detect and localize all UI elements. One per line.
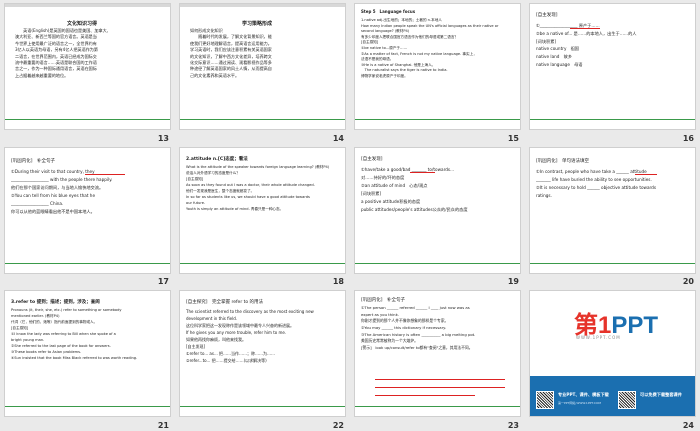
slide-title: [自主发现] — [361, 156, 383, 162]
slide-thumbnail-20[interactable]: [巩固内化] 单句语法填空 ①In contrast, people who h… — [529, 146, 696, 274]
green-divider — [530, 119, 695, 120]
slide-title: [自主发现] — [536, 13, 558, 18]
slide-body: 1.native adj.出生地的；本地的；土著的 n.本地人 How many… — [361, 18, 499, 78]
slide-title: 3.refer to 提到；描述；提到，涉及；查阅 — [11, 300, 100, 306]
slide-thumbnail-21[interactable]: 3.refer to 提到；描述；提到，涉及；查阅 Pronouns (it, … — [4, 290, 171, 418]
slide-title: [巩固内化] 补全句子 — [361, 298, 406, 304]
slide-body: ①The person ______ referred ______ I ___… — [361, 305, 476, 350]
green-divider — [180, 406, 345, 408]
green-divider — [5, 119, 170, 120]
slide-body: The scientist referred to the discovery … — [186, 309, 314, 364]
qr-code-icon — [618, 391, 636, 410]
slide-body: What is the attitude of the speaker towa… — [186, 164, 330, 211]
red-answer-mark — [375, 379, 505, 380]
slide-title: 学习策略形成 — [242, 21, 273, 27]
slide-number: 22 — [332, 420, 344, 430]
red-answer-mark — [375, 395, 475, 396]
slide-title: [巩固内化] 单句语法填空 — [536, 158, 590, 164]
promo-left-text: 专业PPT、课件、模板下载 — [558, 392, 609, 398]
promo-subtext: 第一PPT网站 WWW.1PPT.COM — [558, 401, 601, 406]
slide-thumbnail-16[interactable]: [自主发现] ①__________________ 原产于…… ②be a n… — [529, 3, 696, 130]
green-divider — [180, 119, 345, 120]
slide-number: 21 — [157, 420, 169, 430]
slide-thumbnail-19[interactable]: [自主发现] ①have/take a good/bad _______ to/… — [354, 146, 521, 274]
green-divider — [355, 119, 520, 120]
slide-title: [自主探究] 完全掌握 refer to 的用法 — [186, 300, 264, 306]
slide-sorter-grid: 文化知识习得 英语(English)是英国的国语也是美国、加拿大、 澳大利亚、新… — [0, 0, 700, 431]
slide-cell: [自主发现] ①have/take a good/bad _______ to/… — [350, 144, 525, 288]
slide-title: 文化知识习得 — [67, 21, 98, 27]
slide-cell: [自主探究] 完全掌握 refer to 的用法 The scientist r… — [175, 287, 350, 431]
slide-number: 20 — [682, 277, 694, 287]
slide-number: 14 — [332, 133, 344, 143]
slide-body: ①have/take a good/bad _______ to/towards… — [361, 166, 468, 212]
slide-thumbnail-13[interactable]: 文化知识习得 英语(English)是英国的国语也是美国、加拿大、 澳大利亚、新… — [4, 3, 171, 130]
slide-number: 15 — [507, 133, 519, 143]
logo-subtitle: WWW.1PPT.COM — [576, 335, 621, 341]
slide-cell: 2.attitude n.[C]态度；看法 What is the attitu… — [175, 144, 350, 288]
green-divider — [5, 406, 170, 408]
red-answer-mark — [85, 173, 125, 175]
slide-cell: [巩固内化] 补全句子 ①During their visit to that … — [0, 144, 175, 288]
slide-thumbnail-17[interactable]: [巩固内化] 补全句子 ①During their visit to that … — [4, 146, 171, 274]
slide-cell: [巩固内化] 补全句子 ①The person ______ referred … — [350, 287, 525, 431]
slide-body: ①In contrast, people who have take a ___… — [536, 168, 657, 198]
slide-cell: 3.refer to 提到；描述；提到，涉及；查阅 Pronouns (it, … — [0, 287, 175, 431]
slide-number: 18 — [332, 277, 344, 287]
slide-thumbnail-22[interactable]: [自主探究] 完全掌握 refer to 的用法 The scientist r… — [179, 290, 346, 418]
slide-cell: 文化知识习得 英语(English)是英国的国语也是美国、加拿大、 澳大利亚、新… — [0, 0, 175, 144]
slide-thumbnail-24[interactable]: 第1PPT WWW.1PPT.COM 专业PPT、课件、模板下载 可以免费下载整… — [529, 290, 696, 418]
slide-number: 19 — [507, 277, 519, 287]
red-answer-mark — [635, 173, 657, 175]
slide-body: ①During their visit to that country, the… — [11, 168, 113, 214]
slide-number: 13 — [157, 133, 169, 143]
slide-title: Step 5 Language focus — [361, 9, 416, 14]
green-divider — [355, 406, 520, 408]
promo-right-text: 可以免费下载整套课件 — [640, 392, 682, 398]
slide-cell: [巩固内化] 单句语法填空 ①In contrast, people who h… — [525, 144, 700, 288]
slide-body: ①__________________ 原产于…… ②be a native o… — [536, 23, 637, 67]
slide-header-bar — [5, 4, 170, 7]
slide-body: Pronouns (it, their, she, etc.) refer to… — [11, 308, 138, 361]
qr-code-icon — [536, 391, 554, 410]
green-divider — [355, 262, 520, 264]
slide-title: [巩固内化] 补全句子 — [11, 158, 56, 164]
slide-thumbnail-23[interactable]: [巩固内化] 补全句子 ①The person ______ referred … — [354, 290, 521, 418]
slide-thumbnail-18[interactable]: 2.attitude n.[C]态度；看法 What is the attitu… — [179, 146, 346, 274]
slide-number: 17 — [157, 277, 169, 287]
promo-banner: 专业PPT、课件、模板下载 可以免费下载整套课件 第一PPT网站 WWW.1PP… — [530, 376, 695, 417]
promo-slide: 第1PPT WWW.1PPT.COM 专业PPT、课件、模板下载 可以免费下载整… — [530, 291, 695, 417]
slide-number: 24 — [682, 420, 694, 430]
green-divider — [530, 262, 695, 264]
red-answer-mark — [375, 387, 505, 388]
slide-thumbnail-15[interactable]: Step 5 Language focus 1.native adj.出生地的；… — [354, 3, 521, 130]
slide-number: 23 — [507, 420, 519, 430]
slide-cell: [自主发现] ①__________________ 原产于…… ②be a n… — [525, 0, 700, 144]
slide-body: 如何形成文化知识 随着时代的发展，了解文化背景知识，能 使我们更好地理解语言，提… — [190, 28, 272, 78]
slide-cell: 第1PPT WWW.1PPT.COM 专业PPT、课件、模板下载 可以免费下载整… — [525, 287, 700, 431]
slide-body: 英语(English)是英国的国语也是美国、加拿大、 澳大利亚、新西兰等国的官方… — [15, 28, 111, 78]
green-divider — [180, 262, 345, 264]
slide-title: 2.attitude n.[C]态度；看法 — [186, 156, 248, 162]
red-answer-mark — [570, 28, 600, 29]
green-divider — [5, 262, 170, 264]
slide-cell: 学习策略形成 如何形成文化知识 随着时代的发展，了解文化背景知识，能 使我们更好… — [175, 0, 350, 144]
slide-cell: Step 5 Language focus 1.native adj.出生地的；… — [350, 0, 525, 144]
slide-number: 16 — [682, 133, 694, 143]
slide-header-bar — [180, 4, 345, 7]
slide-thumbnail-14[interactable]: 学习策略形成 如何形成文化知识 随着时代的发展，了解文化背景知识，能 使我们更好… — [179, 3, 346, 130]
red-answer-mark — [410, 171, 435, 173]
